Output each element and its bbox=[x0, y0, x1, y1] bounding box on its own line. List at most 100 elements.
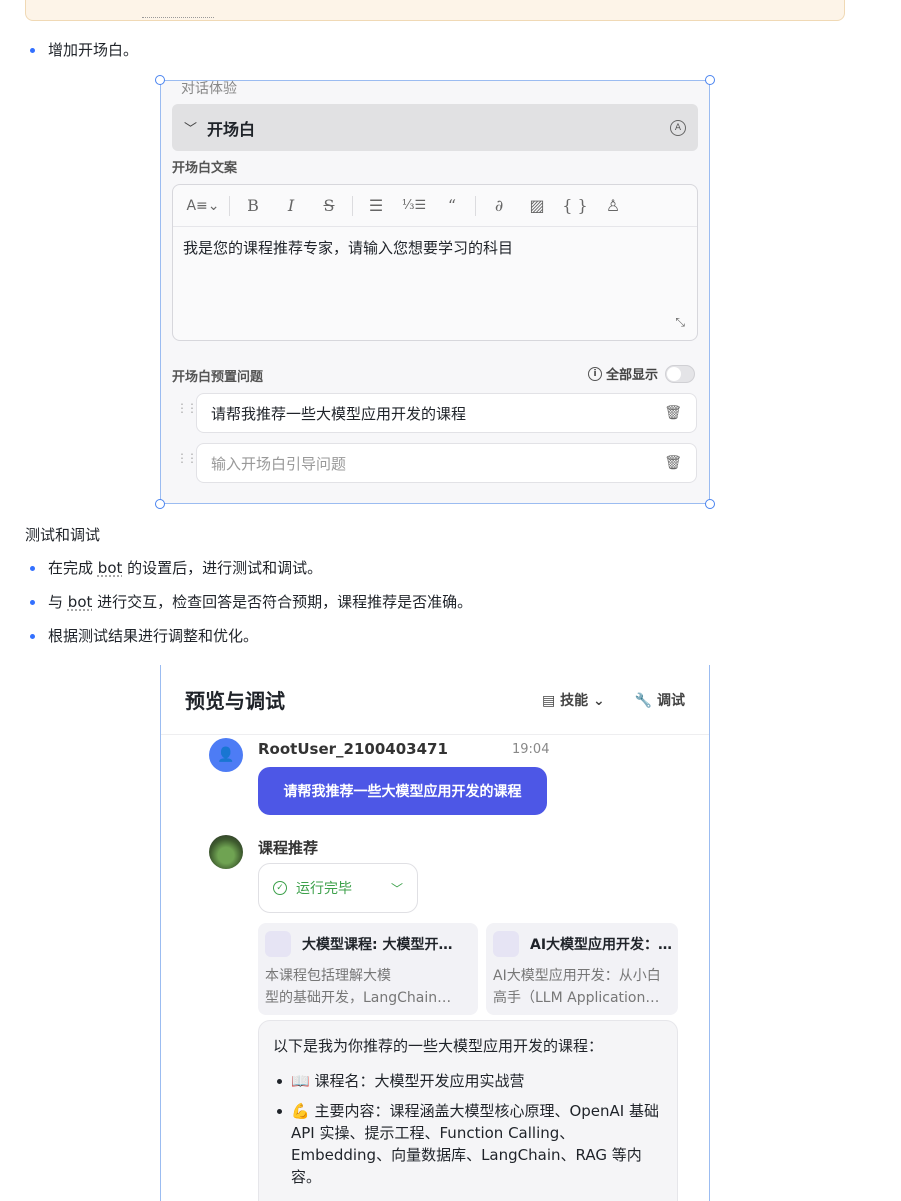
test-debug-heading: 测试和调试 bbox=[25, 526, 101, 544]
snippet-line: AI大模型应用开发：从小白 bbox=[493, 968, 661, 984]
trash-icon[interactable]: 🗑 bbox=[664, 405, 682, 421]
bullet-test-2: 与 bot 进行交互，检查回答是否符合预期，课程推荐是否准确。 bbox=[25, 592, 472, 612]
skills-label: 技能 bbox=[560, 692, 589, 709]
list-ordered-icon[interactable]: ⅓☰ bbox=[395, 198, 433, 213]
opening-section-header[interactable]: ﹀ 开场白 A bbox=[172, 104, 698, 151]
preset-question-input[interactable]: 输入开场白引导问题 🗑 bbox=[196, 443, 697, 483]
dotted-underline bbox=[142, 17, 214, 18]
bot-answer-bubble: 以下是我为你推荐的一些大模型应用开发的课程： 📖 课程名：大模型开发应用实战营 … bbox=[258, 1020, 678, 1201]
section-title: 开场白 bbox=[207, 119, 256, 139]
bullet-dot bbox=[30, 47, 35, 53]
opening-settings-screenshot: 对话体验 ﹀ 开场白 A 开场白文案 A≡⌄ B I S ☰ ⅓☰ “ ∂ ▨ … bbox=[155, 75, 715, 509]
collapse-icon[interactable]: ⤡ bbox=[675, 315, 685, 330]
snippet-line: 高手（LLM Application… bbox=[493, 990, 660, 1006]
wrench-icon: 🔧 bbox=[634, 692, 653, 709]
run-status-dropdown[interactable]: ✓ 运行完毕 ﹀ bbox=[258, 863, 418, 913]
resize-handle[interactable] bbox=[705, 499, 715, 509]
resize-handle[interactable] bbox=[155, 75, 165, 85]
bullet-test-1: 在完成 bot 的设置后，进行测试和调试。 bbox=[25, 558, 322, 578]
text-style-icon[interactable]: A≡⌄ bbox=[181, 198, 225, 214]
opening-text-label: 开场白文案 bbox=[172, 161, 238, 176]
debug-label: 调试 bbox=[657, 692, 685, 709]
strikethrough-icon[interactable]: S bbox=[310, 196, 348, 215]
divider bbox=[229, 195, 230, 216]
user-avatar: 👤 bbox=[209, 738, 243, 772]
italic-icon[interactable]: I bbox=[272, 196, 310, 215]
answer-item: 💪 主要内容：课程涵盖大模型核心原理、OpenAI 基础 API 实操、提示工程… bbox=[273, 1100, 663, 1188]
answer-list: 📖 课程名：大模型开发应用实战营 💪 主要内容：课程涵盖大模型核心原理、Open… bbox=[273, 1070, 663, 1188]
divider bbox=[352, 195, 353, 216]
bot-term: bot bbox=[67, 593, 93, 611]
bot-name: 课程推荐 bbox=[258, 839, 319, 857]
image-icon[interactable]: ▨ bbox=[518, 196, 556, 215]
list-bullet-icon[interactable]: ☰ bbox=[357, 196, 395, 215]
drag-handle-icon[interactable]: ⋮⋮ bbox=[176, 401, 198, 415]
debug-button[interactable]: 🔧 调试 bbox=[635, 690, 685, 710]
preset-questions-label: 开场白预置问题 bbox=[172, 370, 264, 385]
bullet-dot bbox=[30, 599, 35, 605]
user-message-bubble: 请帮我推荐一些大模型应用开发的课程 bbox=[258, 767, 547, 815]
header-actions: ▤ 技能 ⌄ 🔧 调试 bbox=[542, 690, 685, 710]
skills-icon: ▤ bbox=[541, 692, 556, 709]
preview-header: 预览与调试 ▤ 技能 ⌄ 🔧 调试 bbox=[161, 665, 709, 735]
user-icon[interactable]: ♙ bbox=[594, 196, 632, 215]
check-icon: ✓ bbox=[273, 881, 287, 895]
show-all-label: 全部显示 bbox=[605, 368, 658, 383]
bold-icon[interactable]: B bbox=[234, 196, 272, 215]
code-icon[interactable]: { } bbox=[556, 196, 594, 215]
divider bbox=[475, 195, 476, 216]
bullet-dot bbox=[30, 633, 35, 639]
preview-title: 预览与调试 bbox=[185, 689, 285, 713]
chevron-down-icon: ﹀ bbox=[184, 122, 198, 137]
bullet-add-opening: 增加开场白。 bbox=[25, 40, 138, 60]
bullet-text: 在完成 bot 的设置后，进行测试和调试。 bbox=[48, 558, 322, 578]
question-placeholder[interactable]: 输入开场白引导问题 bbox=[211, 453, 346, 474]
quote-icon[interactable]: “ bbox=[433, 196, 471, 215]
chevron-down-icon: ⌄ bbox=[592, 692, 605, 709]
snippet-line: 型的基础开发，LangChain… bbox=[265, 990, 452, 1006]
card-title: AI大模型应用开发：… bbox=[530, 937, 671, 953]
card-snippet: AI大模型应用开发：从小白 高手（LLM Application… bbox=[493, 965, 671, 1009]
user-name: RootUser_2100403471 bbox=[258, 740, 448, 758]
run-status-text: 运行完毕 bbox=[296, 881, 352, 897]
note-banner bbox=[25, 0, 845, 21]
trash-icon[interactable]: 🗑 bbox=[664, 455, 682, 471]
info-icon: i bbox=[587, 366, 602, 381]
chevron-down-icon: ﹀ bbox=[390, 881, 403, 896]
preview-debug-screenshot: 预览与调试 ▤ 技能 ⌄ 🔧 调试 👤 RootUser_2100403471 … bbox=[160, 665, 710, 1201]
skills-button[interactable]: ▤ 技能 ⌄ bbox=[542, 690, 605, 710]
bullet-dot bbox=[30, 565, 35, 571]
message-time: 19:04 bbox=[512, 742, 550, 757]
link-icon[interactable]: ∂ bbox=[480, 196, 518, 215]
editor-toolbar: A≡⌄ B I S ☰ ⅓☰ “ ∂ ▨ { } ♙ bbox=[173, 185, 697, 227]
question-text[interactable]: 请帮我推荐一些大模型应用开发的课程 bbox=[211, 403, 466, 424]
course-card[interactable]: AI大模型应用开发：… AI大模型应用开发：从小白 高手（LLM Applica… bbox=[486, 923, 678, 1015]
card-snippet: 本课程包括理解大模 型的基础开发，LangChain… bbox=[265, 965, 471, 1009]
show-all-control: i 全部显示 bbox=[587, 364, 695, 383]
bullet-text: 与 bot 进行交互，检查回答是否符合预期，课程推荐是否准确。 bbox=[48, 592, 472, 612]
card-icon bbox=[265, 931, 291, 957]
bullet-test-3: 根据测试结果进行调整和优化。 bbox=[25, 626, 258, 646]
text-part: 与 bbox=[48, 593, 64, 611]
text-part: 在完成 bbox=[48, 559, 94, 577]
card-icon bbox=[493, 931, 519, 957]
drag-handle-icon[interactable]: ⋮⋮ bbox=[176, 451, 198, 465]
snippet-line: 本课程包括理解大模 bbox=[265, 968, 391, 984]
text-part: 进行交互，检查回答是否符合预期，课程推荐是否准确。 bbox=[97, 593, 473, 611]
text-part: 的设置后，进行测试和调试。 bbox=[127, 559, 323, 577]
answer-intro: 以下是我为你推荐的一些大模型应用开发的课程： bbox=[273, 1037, 604, 1055]
opening-text[interactable]: 我是您的课程推荐专家，请输入您想要学习的科目 bbox=[173, 227, 697, 268]
card-title: 大模型课程: 大模型开… bbox=[302, 937, 453, 953]
answer-item: 📖 课程名：大模型开发应用实战营 bbox=[273, 1070, 663, 1092]
opening-editor[interactable]: A≡⌄ B I S ☰ ⅓☰ “ ∂ ▨ { } ♙ 我是您的课程推荐专家，请输… bbox=[172, 184, 698, 341]
resize-handle[interactable] bbox=[155, 499, 165, 509]
show-all-toggle[interactable] bbox=[665, 364, 695, 383]
bot-term: bot bbox=[97, 559, 123, 577]
auto-icon[interactable]: A bbox=[670, 119, 686, 136]
course-card[interactable]: 大模型课程: 大模型开… 本课程包括理解大模 型的基础开发，LangChain… bbox=[258, 923, 478, 1015]
resize-handle[interactable] bbox=[705, 75, 715, 85]
bot-avatar bbox=[209, 835, 243, 869]
preset-question-row[interactable]: 请帮我推荐一些大模型应用开发的课程 🗑 bbox=[196, 393, 697, 433]
bullet-text: 根据测试结果进行调整和优化。 bbox=[48, 627, 259, 645]
bullet-text: 增加开场白。 bbox=[48, 41, 139, 59]
